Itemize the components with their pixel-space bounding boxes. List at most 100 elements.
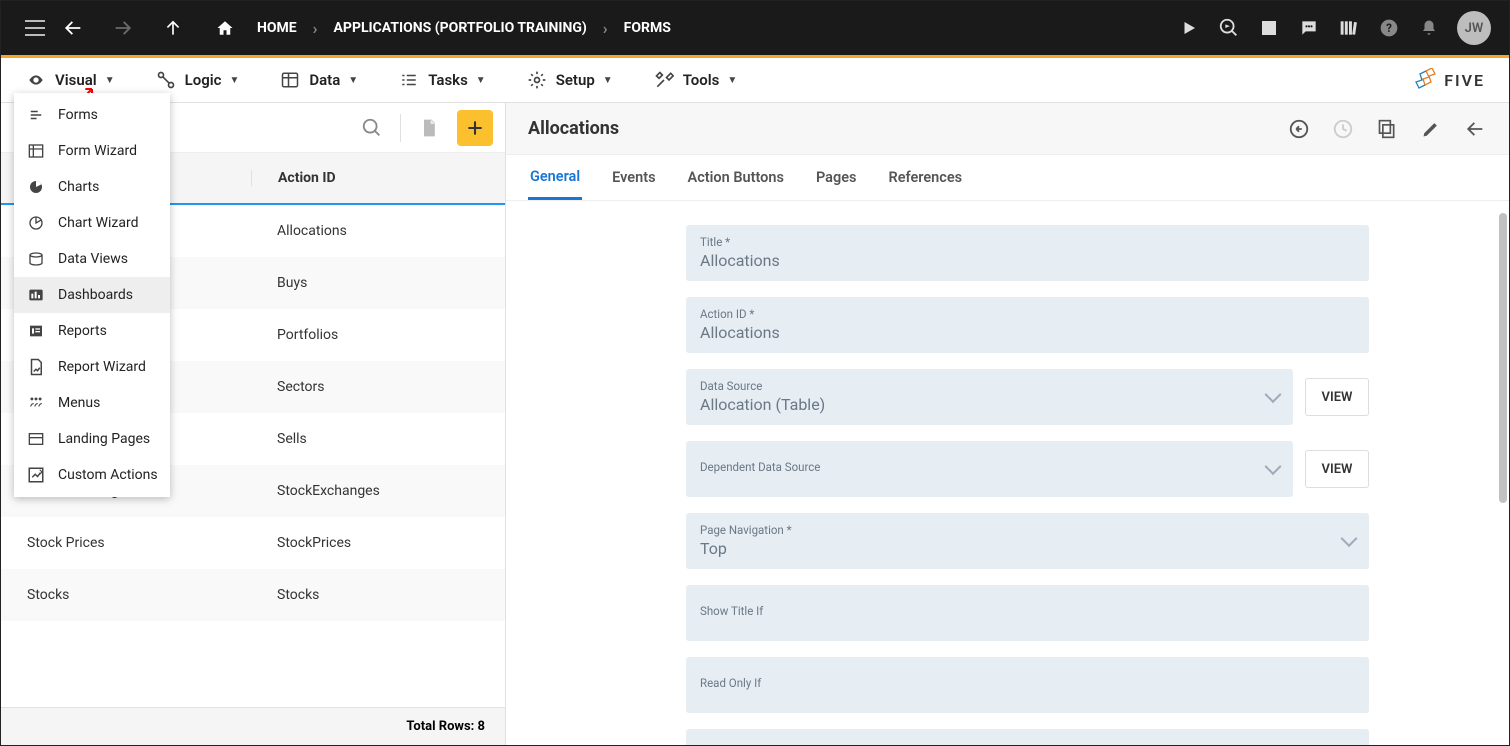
depdatasource-field[interactable]: Dependent Data Source [686,441,1293,497]
search-icon[interactable] [354,110,390,146]
visual-label: Visual [55,71,97,89]
page-title: Allocations [528,118,619,139]
home-crumb[interactable]: HOME [257,20,297,36]
dropdown-item-label: Report Wizard [58,359,146,375]
breadcrumb: HOME › APPLICATIONS (PORTFOLIO TRAINING)… [209,12,671,44]
dropdown-item-chart-wizard[interactable]: Chart Wizard [14,205,170,241]
menubar: Visual ▼ Logic ▼ Data ▼ Tasks ▼ Setup ▼ … [1,58,1509,102]
chat-icon[interactable] [1297,16,1321,40]
showtitle-field[interactable]: Show Title If [686,585,1369,641]
view-depdatasource-button[interactable]: VIEW [1305,450,1369,488]
edit-icon[interactable] [1419,117,1443,141]
dropdown-item-label: Landing Pages [58,431,150,447]
back-icon[interactable] [1463,117,1487,141]
setup-menu[interactable]: Setup ▼ [526,69,613,91]
apps-crumb[interactable]: APPLICATIONS (PORTFOLIO TRAINING) [334,20,587,36]
dropdown-item-label: Form Wizard [58,143,137,159]
dropdown-item-data-views[interactable]: Data Views [14,241,170,277]
forward-arrow-icon [107,12,139,44]
bell-icon[interactable] [1417,16,1441,40]
tools-icon [653,69,675,91]
chevron-down-icon: ▼ [348,75,358,86]
dropdown-item-label: Forms [58,107,98,123]
dropdown-item-dashboards[interactable]: Dashboards [14,277,170,313]
table-row[interactable]: Stock PricesStockPrices [1,517,505,569]
revert-icon[interactable] [1287,117,1311,141]
tasks-label: Tasks [428,71,468,89]
cell-title: Stock Prices [1,535,251,551]
up-arrow-icon[interactable] [157,12,189,44]
dropdown-item-reports[interactable]: Reports [14,313,170,349]
dropdown-item-label: Dashboards [58,287,133,303]
help-icon[interactable]: ? [1377,16,1401,40]
tab-references[interactable]: References [886,157,964,198]
view-datasource-button[interactable]: VIEW [1305,378,1369,416]
tab-general[interactable]: General [528,156,582,200]
dropdown-item-icon [26,285,46,305]
dropdown-item-icon [26,213,46,233]
dropdown-item-icon [26,393,46,413]
stop-icon[interactable] [1257,16,1281,40]
dropdown-item-label: Charts [58,179,99,195]
setup-label: Setup [556,71,595,89]
topbar: HOME › APPLICATIONS (PORTFOLIO TRAINING)… [1,1,1509,55]
forms-crumb[interactable]: FORMS [624,20,671,36]
cell-actionid: StockExchanges [251,483,505,499]
dropdown-item-landing-pages[interactable]: Landing Pages [14,421,170,457]
back-arrow-icon[interactable] [57,12,89,44]
dropdown-item-report-wizard[interactable]: Report Wizard [14,349,170,385]
form-area: Title *Allocations Action ID *Allocation… [506,201,1509,745]
column-header-actionid[interactable]: Action ID [251,170,505,186]
tools-menu[interactable]: Tools ▼ [653,69,738,91]
logic-menu[interactable]: Logic ▼ [155,69,240,91]
dropdown-item-custom-actions[interactable]: Custom Actions [14,457,170,493]
dropdown-item-label: Chart Wizard [58,215,138,231]
add-button[interactable] [457,110,493,146]
dropdown-item-icon [26,429,46,449]
dropdown-item-icon [26,105,46,125]
chevron-right-icon: › [313,19,318,38]
tasks-icon [398,69,420,91]
visual-dropdown: Forms Form Wizard Charts Chart Wizard Data V… [14,93,170,497]
dropdown-item-label: Custom Actions [58,467,158,483]
dropdown-item-forms[interactable]: Forms [14,97,170,133]
cell-actionid: Portfolios [251,327,505,343]
run-search-icon[interactable] [1217,16,1241,40]
dropdown-item-icon [26,321,46,341]
cell-actionid: Allocations [251,223,505,239]
avatar[interactable]: JW [1457,11,1491,45]
allowcopy-field[interactable]: Allow Copy If [686,729,1369,745]
scrollbar[interactable] [1499,213,1507,503]
title-field[interactable]: Title *Allocations [686,225,1369,281]
home-icon[interactable] [209,12,241,44]
hamburger-icon[interactable] [19,12,51,44]
gear-icon [526,69,548,91]
play-icon[interactable] [1177,16,1201,40]
visual-menu[interactable]: Visual ▼ [25,69,115,91]
data-icon [279,69,301,91]
table-row[interactable]: StocksStocks [1,569,505,621]
copy-icon[interactable] [1375,117,1399,141]
cell-title: Stocks [1,587,251,603]
history-icon [1331,117,1355,141]
tab-action-buttons[interactable]: Action Buttons [686,157,786,198]
library-icon[interactable] [1337,16,1361,40]
pagenav-field[interactable]: Page Navigation *Top [686,513,1369,569]
chevron-down-icon: ▼ [476,75,486,86]
tab-events[interactable]: Events [610,157,657,198]
tasks-menu[interactable]: Tasks ▼ [398,69,486,91]
logic-label: Logic [185,71,222,89]
actionid-field[interactable]: Action ID *Allocations [686,297,1369,353]
readonly-field[interactable]: Read Only If [686,657,1369,713]
eye-icon [25,69,47,91]
chevron-down-icon: ▼ [229,75,239,86]
dropdown-item-charts[interactable]: Charts [14,169,170,205]
datasource-field[interactable]: Data SourceAllocation (Table) [686,369,1293,425]
dropdown-item-menus[interactable]: Menus [14,385,170,421]
document-icon[interactable] [411,110,447,146]
data-menu[interactable]: Data ▼ [279,69,358,91]
dropdown-item-icon [26,357,46,377]
tab-pages[interactable]: Pages [814,157,859,198]
dropdown-item-form-wizard[interactable]: Form Wizard [14,133,170,169]
logic-icon [155,69,177,91]
